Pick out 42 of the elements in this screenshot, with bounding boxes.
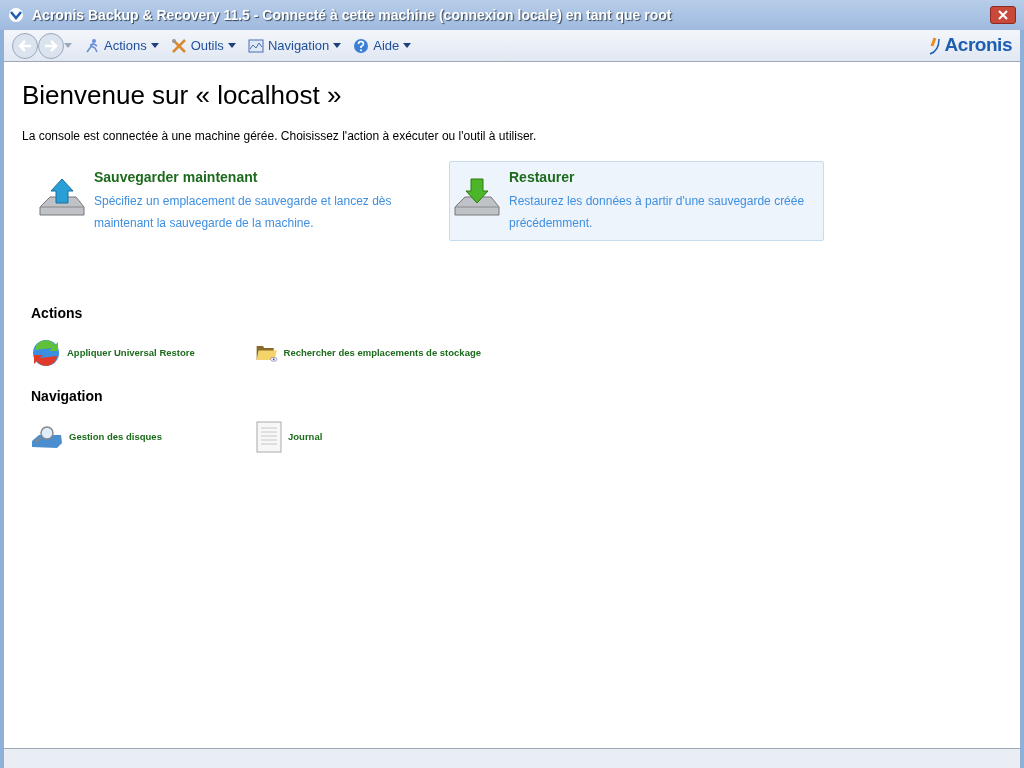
link-item[interactable]: Appliquer Universal Restore: [31, 338, 256, 368]
history-dropdown-icon[interactable]: [64, 42, 72, 49]
help-icon: [353, 37, 370, 54]
link-item[interactable]: Gestion des disques: [31, 421, 256, 453]
task-description: Spécifiez un emplacement de sauvegarde et lancez dès maintenant la sauvegarde de la machine.: [94, 193, 393, 232]
dropdown-caret-icon: [403, 43, 412, 48]
logo-text: Acronis: [944, 33, 1012, 58]
disk-magnifier-icon: [31, 425, 63, 449]
task-title: Sauvegarder maintenant: [94, 168, 259, 187]
toolbar-menu[interactable]: Outils: [170, 35, 236, 56]
running-figure-icon: [84, 37, 100, 54]
logo-swoosh-icon: [928, 36, 941, 55]
task-card[interactable]: Restaurer Restaurez les données à partir d'une sauvegarde créée précédemment.: [449, 161, 824, 241]
intro-text: La console est connectée à une machine gérée. Choisissez l'action à exécuter ou l'outil à utiliser.: [22, 128, 538, 145]
window-title: Acronis Backup & Recovery 11.5 - Connecté à cette machine (connexion locale) en tant que root: [32, 5, 672, 25]
task-title: Restaurer: [509, 168, 576, 187]
close-icon: [998, 10, 1008, 20]
task-card[interactable]: Sauvegarder maintenant Spécifiez un emplacement de sauvegarde et lancez dès maintenant la sauvegarde de la machine.: [34, 161, 409, 241]
page-heading: Bienvenue sur « localhost »: [22, 79, 343, 112]
back-arrow-icon: [18, 39, 32, 52]
task-description: Restaurez les données à partir d'une sauvegarde créée précédemment.: [509, 193, 806, 232]
dropdown-caret-icon: [150, 43, 159, 48]
toolbar-menu[interactable]: Aide: [353, 35, 412, 56]
dropdown-caret-icon: [227, 43, 236, 48]
circular-arrows-icon: [31, 338, 61, 368]
toolbar-menu[interactable]: Actions: [84, 35, 159, 56]
section-heading: Actions: [31, 304, 84, 323]
back-button[interactable]: [12, 32, 38, 59]
dropdown-caret-icon: [333, 43, 342, 48]
document-icon: [256, 421, 282, 453]
app-logo-icon: [8, 7, 24, 23]
toolbar-menu[interactable]: Navigation: [247, 35, 342, 56]
section-heading: Navigation: [31, 387, 104, 406]
forward-button[interactable]: [38, 32, 64, 59]
forward-arrow-icon: [44, 39, 58, 52]
link-item[interactable]: Rechercher des emplacements de stockage: [256, 338, 481, 368]
close-button[interactable]: [990, 6, 1016, 24]
link-item[interactable]: Journal: [256, 421, 481, 453]
disk-upload-icon: [36, 177, 86, 217]
tools-icon: [170, 37, 187, 54]
disk-download-icon: [451, 177, 501, 217]
chart-window-icon: [247, 37, 264, 54]
